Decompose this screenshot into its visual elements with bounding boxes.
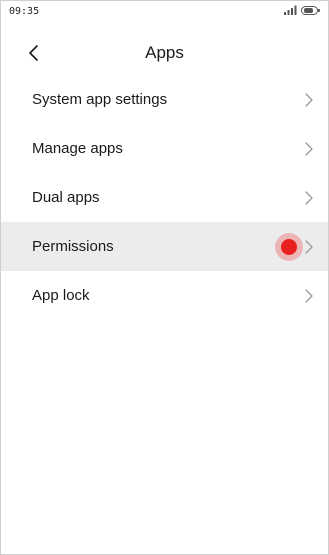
chevron-right-icon bbox=[305, 239, 313, 254]
chevron-right-icon bbox=[305, 141, 313, 156]
chevron-right-icon bbox=[305, 92, 313, 107]
menu-item-permissions[interactable]: Permissions bbox=[1, 222, 328, 271]
signal-icon bbox=[284, 5, 297, 15]
status-icons bbox=[283, 5, 320, 15]
status-bar: 09:35 bbox=[1, 1, 328, 23]
touch-indicator bbox=[275, 232, 303, 261]
menu-item-label: Manage apps bbox=[32, 140, 123, 157]
status-time: 09:35 bbox=[9, 6, 40, 17]
chevron-right-icon bbox=[305, 190, 313, 205]
chevron-right-icon bbox=[305, 288, 313, 303]
battery-icon bbox=[301, 5, 320, 15]
menu-item-label: App lock bbox=[32, 287, 90, 304]
menu-item-label: System app settings bbox=[32, 91, 168, 108]
page-title: Apps bbox=[145, 43, 184, 62]
menu-item-label: Dual apps bbox=[32, 189, 100, 206]
battery-level bbox=[304, 7, 313, 13]
phone-screen: 09:35 Apps System app settings Manage ap… bbox=[0, 0, 329, 555]
menu-item-manage-apps[interactable]: Manage apps bbox=[1, 124, 328, 173]
settings-menu: System app settings Manage apps Dual app… bbox=[1, 75, 328, 320]
menu-item-system-app-settings[interactable]: System app settings bbox=[1, 75, 328, 124]
menu-item-app-lock[interactable]: App lock bbox=[1, 271, 328, 320]
menu-item-dual-apps[interactable]: Dual apps bbox=[1, 173, 328, 222]
header: Apps bbox=[1, 31, 328, 75]
menu-item-label: Permissions bbox=[32, 238, 114, 255]
